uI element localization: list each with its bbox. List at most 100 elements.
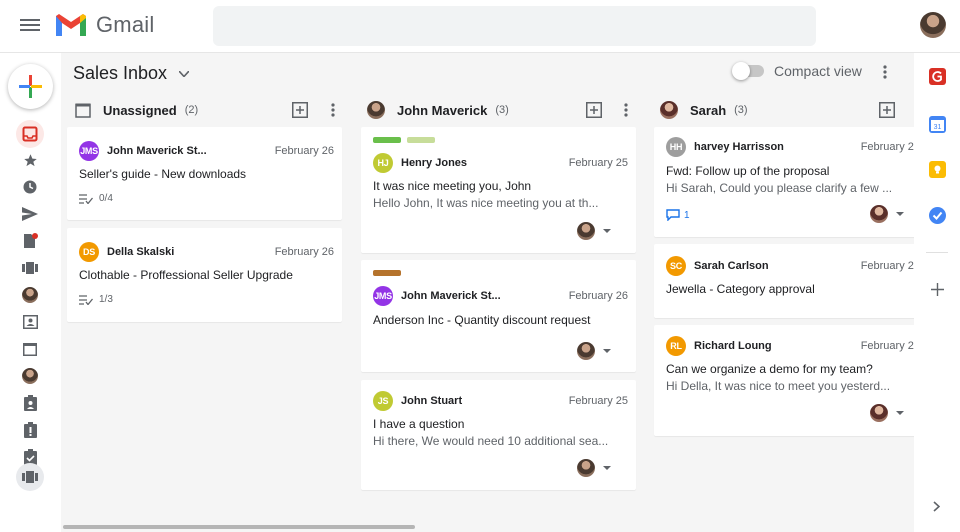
starred-icon[interactable] (20, 150, 40, 170)
left-rail (0, 53, 61, 532)
more-vert-icon[interactable] (331, 103, 335, 117)
divider (926, 252, 948, 253)
board-title: Sales Inbox (73, 63, 168, 83)
card-subject: I have a question (373, 417, 465, 431)
user-avatar-icon[interactable] (20, 285, 40, 305)
card-tasks: 0/4 (79, 193, 113, 204)
sender-name: John Maverick St... (401, 290, 501, 302)
calendar-addon-icon[interactable]: 31 (929, 116, 946, 133)
email-card[interactable]: HH harvey Harrisson February 25 Fwd: Fol… (654, 127, 914, 237)
column-unassigned: Unassigned (2) JMS John Maverick St... F… (67, 97, 348, 322)
sender-name: John Maverick St... (107, 145, 207, 157)
email-card[interactable]: JMS John Maverick St... February 26 Ande… (361, 260, 636, 372)
sender-avatar: HJ (373, 153, 393, 173)
gmail-m-icon (56, 14, 86, 36)
chevron-down-icon (179, 70, 190, 77)
horizontal-scrollbar[interactable] (61, 522, 914, 532)
boards-icon[interactable] (20, 258, 40, 278)
sender-name: Della Skalski (107, 246, 175, 258)
user-avatar-icon-2[interactable] (20, 366, 40, 386)
top-bar: Gmail (0, 0, 960, 53)
card-subject: Jewella - Category approval (666, 282, 815, 296)
comment-icon (666, 209, 680, 221)
scrollbar-thumb[interactable] (63, 525, 415, 529)
sent-icon[interactable] (20, 204, 40, 224)
boards-active-icon[interactable] (16, 463, 44, 491)
column-count: (3) (734, 104, 748, 116)
tasks-icon[interactable] (929, 207, 946, 224)
card-sender-row: HJ Henry Jones February 25 (373, 153, 628, 173)
keep-icon[interactable] (929, 161, 946, 178)
assignee-selector[interactable] (577, 222, 611, 240)
card-snippet: Hi there, We would need 10 additional se… (373, 434, 609, 448)
account-avatar[interactable] (920, 12, 946, 38)
snoozed-icon[interactable] (20, 177, 40, 197)
sender-avatar: DS (79, 242, 99, 262)
assignee-avatar (367, 101, 385, 119)
checklist-progress-icon (79, 294, 93, 305)
more-vert-icon[interactable] (624, 103, 628, 117)
column-count: (2) (184, 104, 199, 116)
addon-red-icon[interactable] (929, 68, 946, 85)
board-area: Sales Inbox Compact view Unassigned (2) … (61, 53, 914, 532)
assignee-avatar (577, 342, 595, 360)
sender-avatar: HH (666, 137, 686, 157)
add-card-icon[interactable] (879, 102, 895, 118)
assignee-selector[interactable] (577, 342, 611, 360)
label-chip (373, 137, 401, 143)
card-comments[interactable]: 1 (666, 209, 690, 221)
comment-count: 1 (684, 209, 690, 221)
gmail-logo[interactable]: Gmail (54, 12, 154, 38)
card-date: February 25 (568, 395, 628, 407)
add-card-icon[interactable] (292, 102, 308, 118)
email-card[interactable]: JS John Stuart February 25 I have a ques… (361, 380, 636, 490)
card-sender-row: JMS John Maverick St... February 26 (79, 141, 334, 161)
card-snippet: Hi Della, It was nice to meet you yester… (666, 379, 891, 393)
card-subject: Can we organize a demo for my team? (666, 362, 873, 376)
board-selector[interactable]: Sales Inbox (73, 63, 190, 84)
label-chip (407, 137, 435, 143)
assignee-avatar (577, 222, 595, 240)
inbox-icon[interactable] (16, 120, 44, 148)
more-vert-icon[interactable] (883, 65, 887, 79)
caret-down-icon (896, 411, 904, 415)
email-card[interactable]: JMS John Maverick St... February 26 Sell… (67, 127, 342, 220)
sender-name: harvey Harrisson (694, 141, 784, 153)
assignee-selector[interactable] (870, 205, 904, 223)
caret-down-icon (603, 229, 611, 233)
card-subject: Fwd: Follow up of the proposal (666, 164, 830, 178)
search-input[interactable] (213, 6, 816, 46)
card-sender-row: HH harvey Harrisson February 25 (666, 137, 914, 157)
column-header: Unassigned (2) (67, 97, 348, 123)
plus-icon (19, 75, 42, 98)
caret-down-icon (603, 349, 611, 353)
calendar-icon[interactable] (20, 339, 40, 359)
card-date: February 26 (274, 246, 334, 258)
add-addon-icon[interactable] (931, 283, 944, 296)
email-card[interactable]: RL Richard Loung February 25 Can we orga… (654, 325, 914, 436)
drafts-icon[interactable] (20, 231, 40, 251)
checklist-progress-icon (79, 193, 93, 204)
main-menu-icon[interactable] (20, 16, 40, 36)
sender-avatar: JS (373, 391, 393, 411)
caret-down-icon (603, 466, 611, 470)
compact-view-toggle[interactable] (732, 62, 764, 80)
add-card-icon[interactable] (586, 102, 602, 118)
sender-name: Henry Jones (401, 157, 468, 169)
contacts-icon[interactable] (20, 312, 40, 332)
badge-icon[interactable] (20, 393, 40, 413)
app-name: Gmail (96, 12, 155, 37)
column-title: Sarah (690, 102, 727, 118)
email-card[interactable]: SC Sarah Carlson February 26 Jewella - C… (654, 244, 914, 318)
assignee-selector[interactable] (870, 404, 904, 422)
compose-button[interactable] (8, 64, 53, 109)
email-card[interactable]: HJ Henry Jones February 25 It was nice m… (361, 127, 636, 253)
email-card[interactable]: DS Della Skalski February 26 Clothable -… (67, 228, 342, 322)
card-subject: It was nice meeting you, John (373, 179, 532, 193)
card-date: February 25 (860, 141, 914, 153)
assignee-selector[interactable] (577, 459, 611, 477)
report-icon[interactable] (20, 420, 40, 440)
chevron-right-icon[interactable] (933, 501, 940, 512)
column-header: John Maverick (3) (361, 97, 642, 123)
card-date: February 26 (860, 260, 914, 272)
